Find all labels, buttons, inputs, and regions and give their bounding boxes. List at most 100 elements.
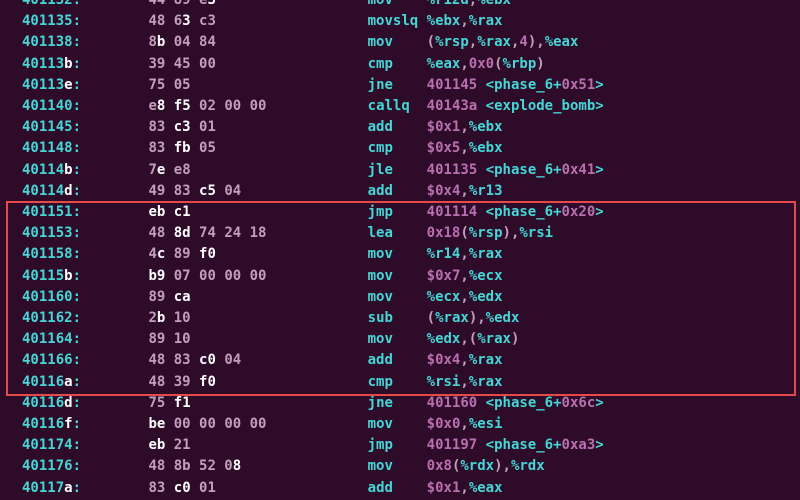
hex-bytes: b9 07 00 00 00 [148, 268, 350, 284]
disasm-row: 40117a: 83 c0 01 add $0x1,%eax [0, 478, 800, 499]
address: 401174: [22, 437, 81, 453]
address: 401153: [22, 225, 81, 241]
operands: $0x7,%ecx [427, 268, 503, 284]
mnemonic: jmp [368, 204, 427, 220]
mnemonic: cmp [368, 374, 427, 390]
operands: $0x1,%eax [427, 480, 503, 496]
operands: $0x1,%ebx [427, 119, 503, 135]
hex-bytes: eb c1 [148, 204, 350, 220]
disasm-row: 401135: 48 63 c3 movslq %ebx,%rax [0, 11, 800, 32]
operands: %r14,%rax [427, 246, 503, 262]
address: 401138: [22, 34, 81, 50]
disasm-row: 401153: 48 8d 74 24 18 lea 0x18(%rsp),%r… [0, 223, 800, 244]
hex-bytes: eb 21 [148, 437, 350, 453]
disasm-row: 401160: 89 ca mov %ecx,%edx [0, 287, 800, 308]
mnemonic: mov [368, 246, 427, 262]
mnemonic: mov [368, 416, 427, 432]
hex-bytes: 8b 04 84 [148, 34, 350, 50]
operands: %r12d,%ebx [427, 0, 511, 8]
address: 401140: [22, 98, 81, 114]
mnemonic: movslq [368, 13, 427, 29]
mnemonic: jne [368, 395, 427, 411]
hex-bytes: 48 8b 52 08 [148, 458, 350, 474]
hex-bytes: 48 8d 74 24 18 [148, 225, 350, 241]
address: 40113e: [22, 77, 81, 93]
operands: $0x4,%rax [427, 352, 503, 368]
hex-bytes: 48 83 c0 04 [148, 352, 350, 368]
address: 401145: [22, 119, 81, 135]
mnemonic: add [368, 119, 427, 135]
mnemonic: mov [368, 34, 427, 50]
address: 40113b: [22, 56, 81, 72]
hex-bytes: e8 f5 02 00 00 [148, 98, 350, 114]
mnemonic: lea [368, 225, 427, 241]
address: 401151: [22, 204, 81, 220]
address: 401162: [22, 310, 81, 326]
disasm-row: 40116a: 48 39 f0 cmp %rsi,%rax [0, 372, 800, 393]
hex-bytes: 44 89 e3 [148, 0, 350, 8]
mnemonic: cmp [368, 140, 427, 156]
disasm-row: 401162: 2b 10 sub (%rax),%edx [0, 308, 800, 329]
disasm-row: 401158: 4c 89 f0 mov %r14,%rax [0, 244, 800, 265]
disasm-row: 401138: 8b 04 84 mov (%rsp,%rax,4),%eax [0, 32, 800, 53]
address: 401160: [22, 289, 81, 305]
disasm-row: 401148: 83 fb 05 cmp $0x5,%ebx [0, 138, 800, 159]
address: 401148: [22, 140, 81, 156]
hex-bytes: 48 63 c3 [148, 13, 350, 29]
hex-bytes: 75 05 [148, 77, 350, 93]
address: 40117a: [22, 480, 81, 496]
hex-bytes: 89 ca [148, 289, 350, 305]
mnemonic: mov [368, 268, 427, 284]
hex-bytes: be 00 00 00 00 [148, 416, 350, 432]
mnemonic: add [368, 352, 427, 368]
operands: $0x0,%esi [427, 416, 503, 432]
mnemonic: jle [368, 162, 427, 178]
operands: 401197 <phase_6+0xa3> [427, 437, 604, 453]
disasm-row: 40116f: be 00 00 00 00 mov $0x0,%esi [0, 414, 800, 435]
hex-bytes: 83 c3 01 [148, 119, 350, 135]
operands: %ecx,%edx [427, 289, 503, 305]
disasm-row: 40116d: 75 f1 jne 401160 <phase_6+0x6c> [0, 393, 800, 414]
address: 40114d: [22, 183, 81, 199]
operands: 401114 <phase_6+0x20> [427, 204, 604, 220]
operands: %edx,(%rax) [427, 331, 520, 347]
disasm-row: 40113e: 75 05 jne 401145 <phase_6+0x51> [0, 75, 800, 96]
mnemonic: mov [368, 0, 427, 8]
operands: (%rsp,%rax,4),%eax [427, 34, 579, 50]
mnemonic: mov [368, 331, 427, 347]
operands: (%rax),%edx [427, 310, 520, 326]
disasm-row: 401140: e8 f5 02 00 00 callq 40143a <exp… [0, 96, 800, 117]
operands: %ebx,%rax [427, 13, 503, 29]
disasm-row: 401132: 44 89 e3 mov %r12d,%ebx [0, 0, 800, 11]
operands: %eax,0x0(%rbp) [427, 56, 545, 72]
address: 401135: [22, 13, 81, 29]
disasm-row: 401176: 48 8b 52 08 mov 0x8(%rdx),%rdx [0, 456, 800, 477]
disasm-row: 401145: 83 c3 01 add $0x1,%ebx [0, 117, 800, 138]
disasm-row: 40114b: 7e e8 jle 401135 <phase_6+0x41> [0, 160, 800, 181]
operands: 401160 <phase_6+0x6c> [427, 395, 604, 411]
disassembly-listing: 401132: 44 89 e3 mov %r12d,%ebx401135: 4… [0, 0, 800, 500]
hex-bytes: 75 f1 [148, 395, 350, 411]
mnemonic: add [368, 480, 427, 496]
operands: $0x5,%ebx [427, 140, 503, 156]
operands: $0x4,%r13 [427, 183, 503, 199]
operands: 40143a <explode_bomb> [427, 98, 604, 114]
mnemonic: add [368, 183, 427, 199]
disasm-row: 40115b: b9 07 00 00 00 mov $0x7,%ecx [0, 266, 800, 287]
disasm-row: 40113b: 39 45 00 cmp %eax,0x0(%rbp) [0, 54, 800, 75]
hex-bytes: 39 45 00 [148, 56, 350, 72]
address: 40116a: [22, 374, 81, 390]
address: 401132: [22, 0, 81, 8]
mnemonic: jne [368, 77, 427, 93]
hex-bytes: 83 c0 01 [148, 480, 350, 496]
hex-bytes: 7e e8 [148, 162, 350, 178]
hex-bytes: 89 10 [148, 331, 350, 347]
hex-bytes: 2b 10 [148, 310, 350, 326]
disasm-row: 401174: eb 21 jmp 401197 <phase_6+0xa3> [0, 435, 800, 456]
address: 40116d: [22, 395, 81, 411]
hex-bytes: 49 83 c5 04 [148, 183, 350, 199]
mnemonic: callq [368, 98, 427, 114]
mnemonic: mov [368, 458, 427, 474]
address: 40115b: [22, 268, 81, 284]
disasm-row: 401151: eb c1 jmp 401114 <phase_6+0x20> [0, 202, 800, 223]
